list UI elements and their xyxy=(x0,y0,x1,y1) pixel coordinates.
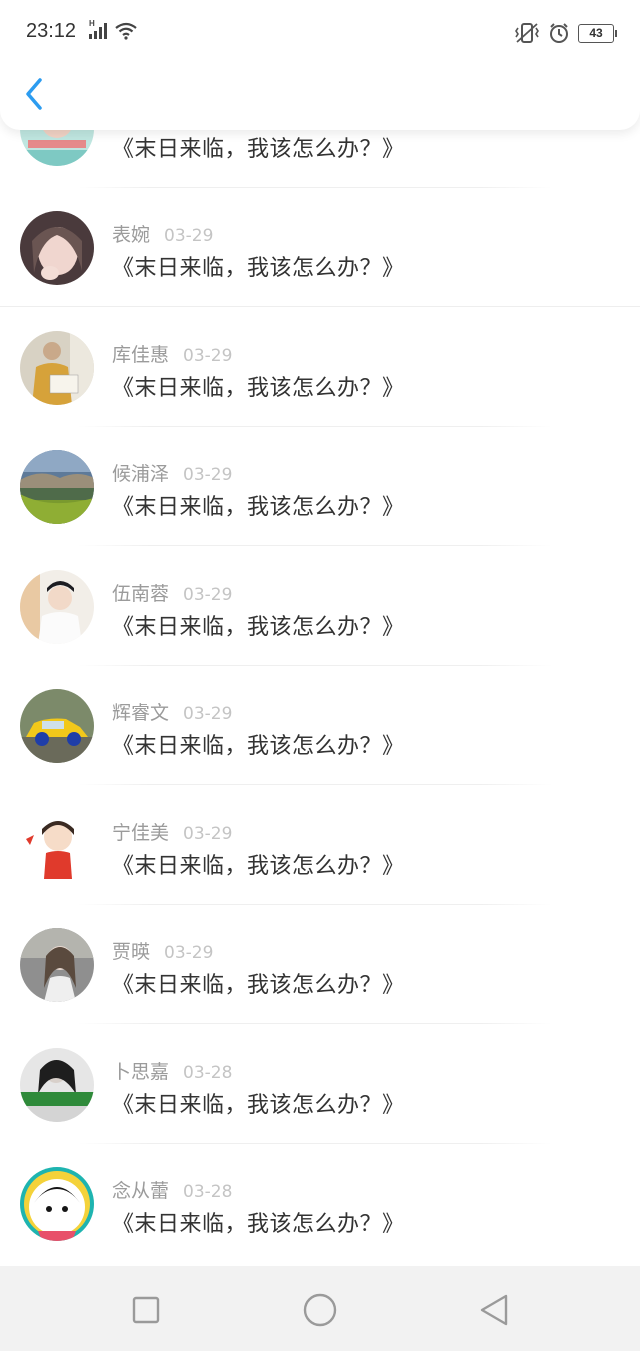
comment-author: 念从蕾 03-28 xyxy=(112,1180,233,1202)
avatar[interactable] xyxy=(20,211,94,285)
comment-text: 《末日来临，我该怎么办？》 xyxy=(112,376,405,401)
comment-date: 03-29 xyxy=(183,585,233,605)
network-type-label: H xyxy=(89,19,95,28)
vibrate-icon xyxy=(515,23,539,43)
comment-author: 辉睿文 03-29 xyxy=(112,702,233,724)
home-icon[interactable] xyxy=(300,1290,340,1330)
list-item[interactable]: 宁佳美 03-29 《末日来临，我该怎么办？》 xyxy=(0,786,640,905)
list-item[interactable]: 卜思嘉 03-28 《末日来临，我该怎么办？》 xyxy=(0,1025,640,1144)
comment-date: 03-29 xyxy=(183,465,233,485)
status-icons: 43 xyxy=(514,21,617,45)
avatar[interactable] xyxy=(20,928,94,1002)
comment-text: 《末日来临，我该怎么办？》 xyxy=(112,973,405,998)
comment-author: 贾暎 03-29 xyxy=(112,941,214,963)
list-item[interactable]: 候浦泽 03-29 《末日来临，我该怎么办？》 xyxy=(0,427,640,546)
divider xyxy=(78,1023,552,1024)
list-item[interactable]: 贾暎 03-29 《末日来临，我该怎么办？》 xyxy=(0,905,640,1024)
divider xyxy=(78,784,552,785)
comment-text: 《末日来临，我该怎么办？》 xyxy=(112,137,405,162)
list-item[interactable]: 表婉 03-29 《末日来临，我该怎么办？》 xyxy=(0,188,640,307)
comment-date: 03-28 xyxy=(183,1063,233,1083)
battery-icon: 43 xyxy=(578,23,617,43)
comment-date: 03-29 xyxy=(164,943,214,963)
recent-apps-icon[interactable] xyxy=(126,1290,166,1330)
comment-text: 《末日来临，我该怎么办？》 xyxy=(112,734,405,759)
comment-date: 03-29 xyxy=(183,704,233,724)
avatar[interactable] xyxy=(20,809,94,883)
comment-text: 《末日来临，我该怎么办？》 xyxy=(112,854,405,879)
comment-author: 伍南蓉 03-29 xyxy=(112,583,233,605)
battery-level: 43 xyxy=(589,26,603,40)
list-item[interactable]: 辉睿文 03-29 《末日来临，我该怎么办？》 xyxy=(0,666,640,785)
comment-text: 《末日来临，我该怎么办？》 xyxy=(112,495,405,520)
avatar[interactable] xyxy=(20,450,94,524)
list-item[interactable]: 伍南蓉 03-29 《末日来临，我该怎么办？》 xyxy=(0,547,640,666)
status-time: 23:12 xyxy=(26,20,77,42)
comment-date: 03-28 xyxy=(183,1182,233,1202)
avatar[interactable] xyxy=(20,1167,94,1241)
comment-date: 03-29 xyxy=(164,226,214,246)
avatar[interactable] xyxy=(20,570,94,644)
header-bar: 23:12 H 43 xyxy=(0,0,640,130)
divider xyxy=(78,545,552,546)
divider xyxy=(0,306,640,307)
avatar[interactable] xyxy=(20,689,94,763)
comment-text: 《末日来临，我该怎么办？》 xyxy=(112,615,405,640)
list-item[interactable]: 念从蕾 03-28 《末日来临，我该怎么办？》 xyxy=(0,1144,640,1263)
comment-date: 03-29 xyxy=(183,346,233,366)
comment-author: 宁佳美 03-29 xyxy=(112,822,233,844)
avatar[interactable] xyxy=(20,331,94,405)
comment-author: 库佳惠 03-29 xyxy=(112,344,233,366)
comment-text: 《末日来临，我该怎么办？》 xyxy=(112,1093,405,1118)
comment-author: 表婉 03-29 xyxy=(112,224,214,246)
comment-text: 《末日来临，我该怎么办？》 xyxy=(112,1212,405,1237)
avatar[interactable] xyxy=(20,1048,94,1122)
list-item[interactable]: 库佳惠 03-29 《末日来临，我该怎么办？》 xyxy=(0,308,640,427)
chevron-left-icon xyxy=(26,78,42,110)
back-button[interactable] xyxy=(18,74,54,114)
comment-author: 候浦泽 03-29 xyxy=(112,463,233,485)
alarm-icon xyxy=(550,23,568,43)
comment-date: 03-29 xyxy=(183,824,233,844)
comment-text: 《末日来临，我该怎么办？》 xyxy=(112,256,405,281)
comment-author: 卜思嘉 03-28 xyxy=(112,1061,233,1083)
system-nav-bar xyxy=(0,1266,640,1351)
wifi-icon xyxy=(115,22,137,40)
back-icon[interactable] xyxy=(474,1290,514,1330)
